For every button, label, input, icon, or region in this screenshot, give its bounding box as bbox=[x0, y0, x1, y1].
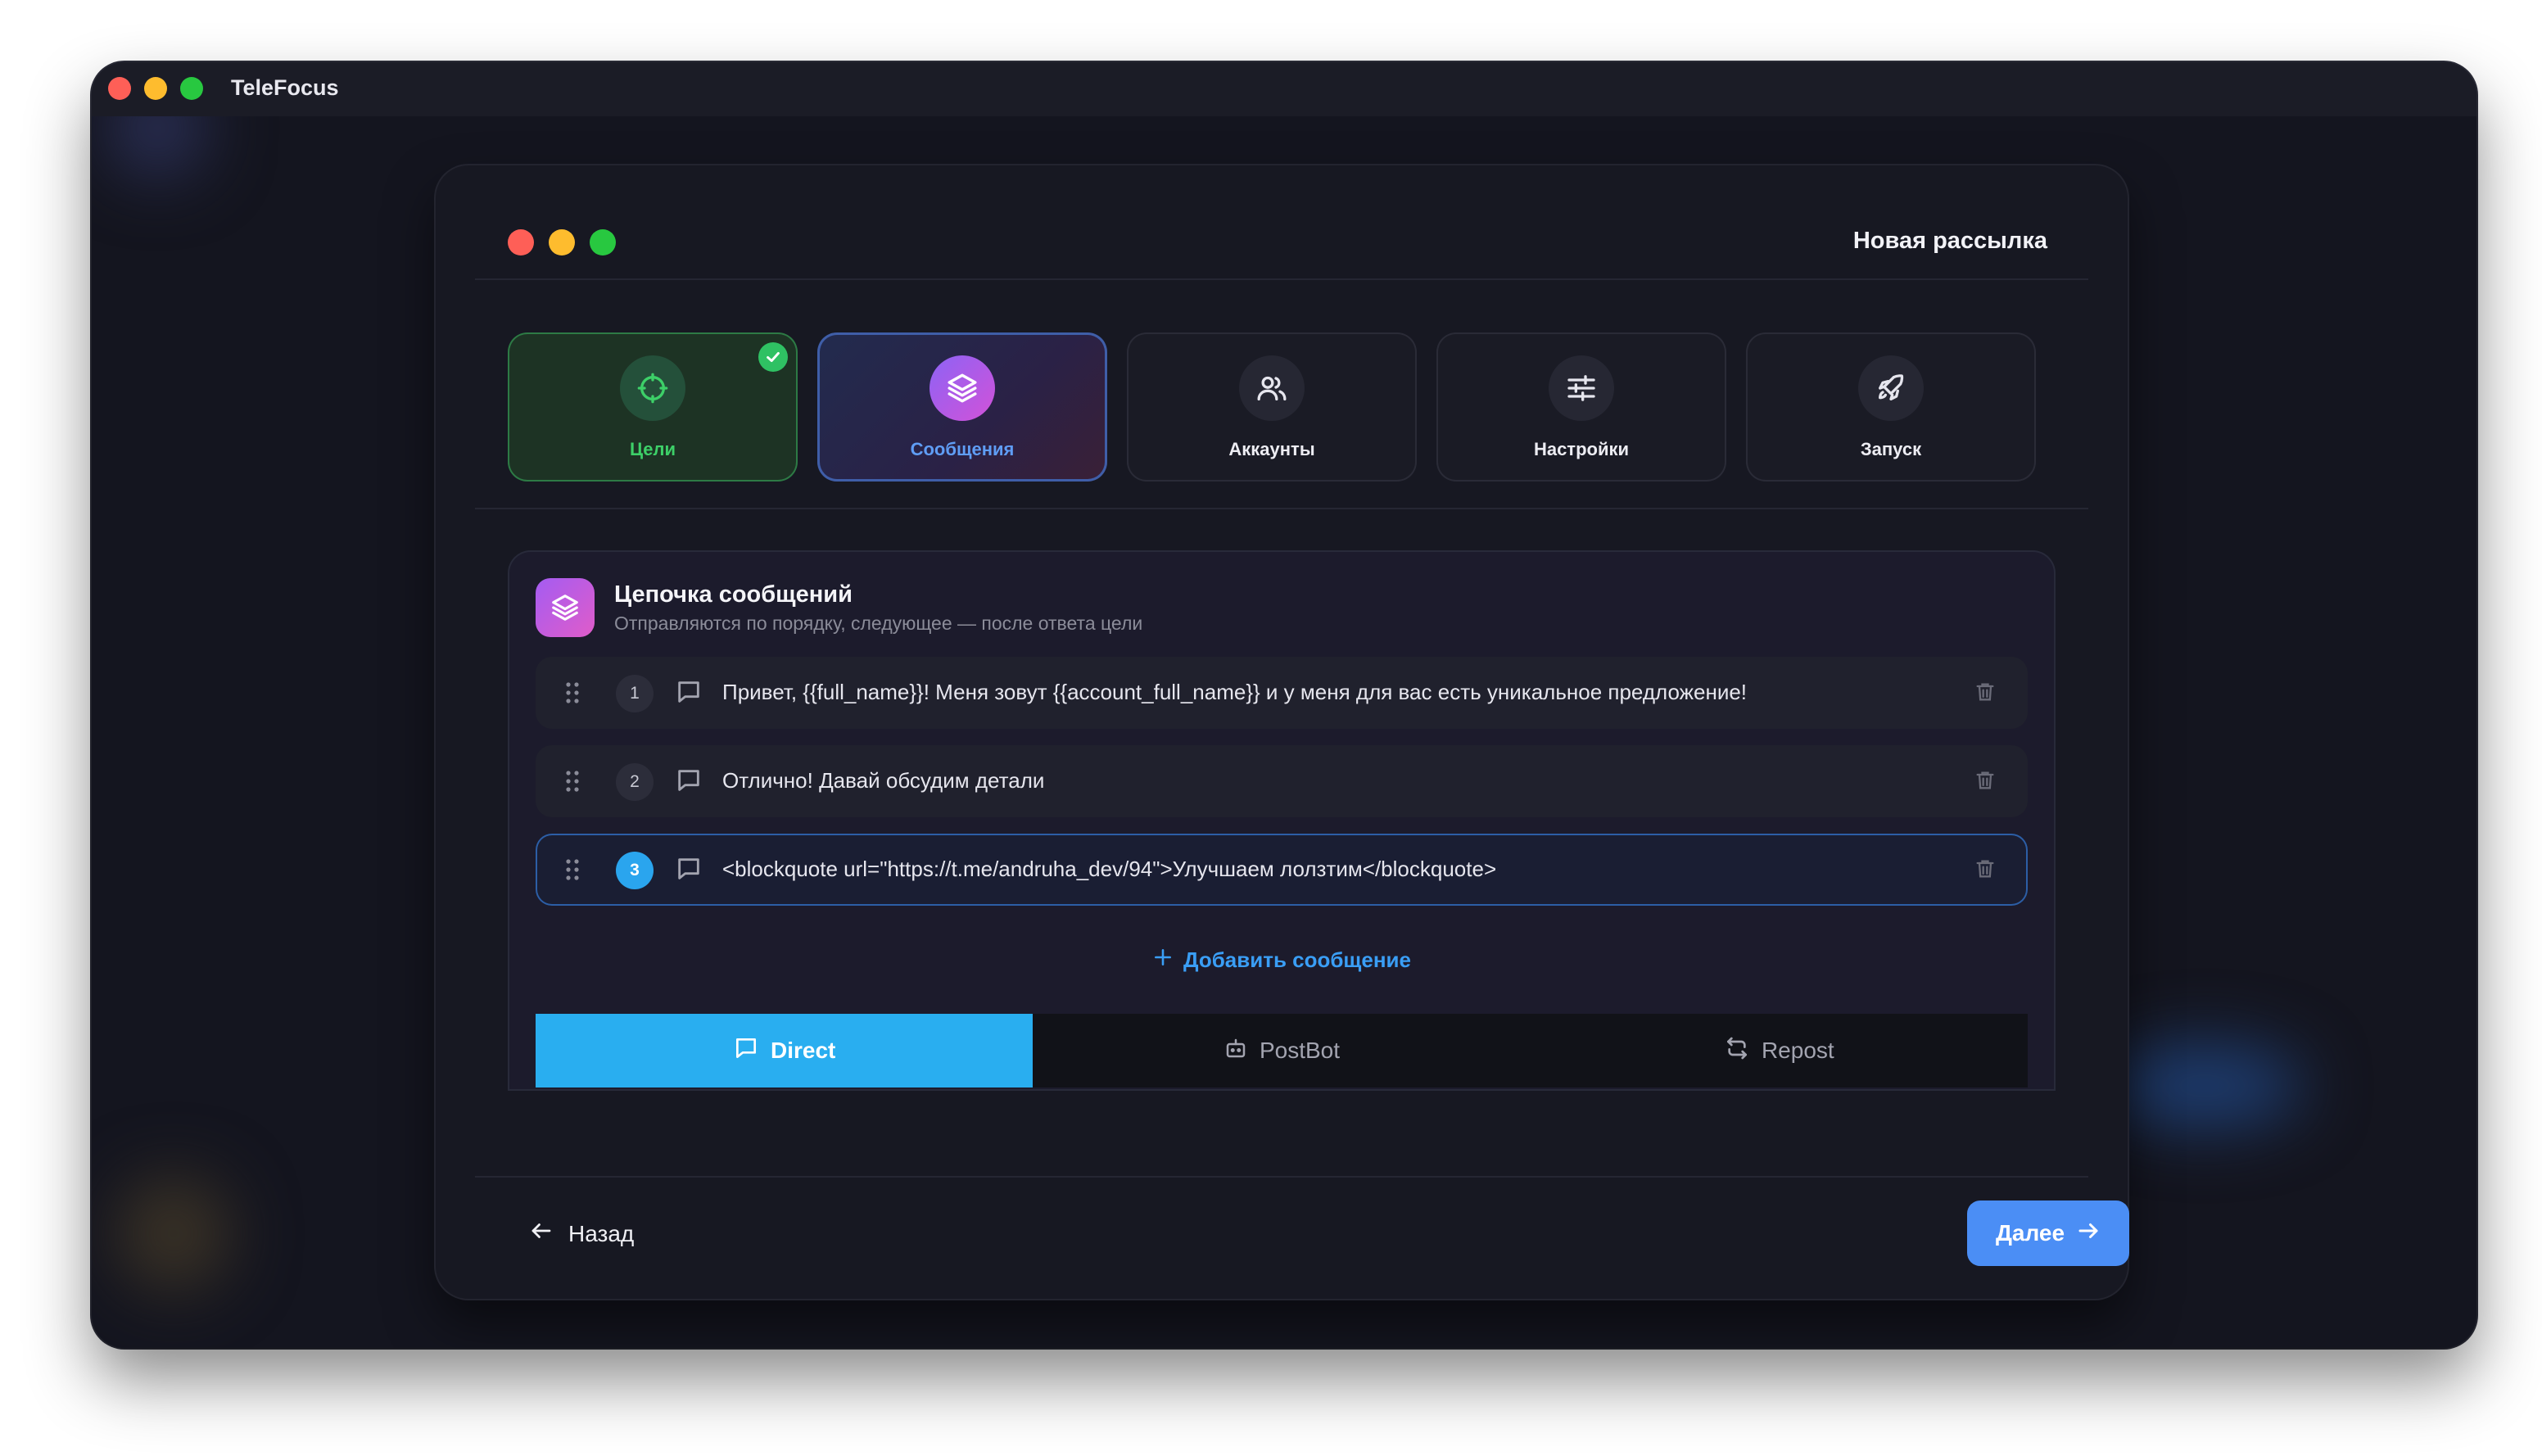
step-label: Цели bbox=[629, 439, 676, 459]
message-bubble-icon bbox=[675, 678, 703, 710]
dialog-close-button[interactable] bbox=[508, 229, 534, 255]
drag-handle-icon[interactable] bbox=[563, 681, 581, 708]
dialog-title: Новая рассылка bbox=[1852, 228, 2047, 254]
maximize-window-button[interactable] bbox=[180, 77, 203, 100]
sliders-icon bbox=[1549, 355, 1614, 421]
message-text[interactable]: Привет, {{full_name}}! Меня зовут {{acco… bbox=[722, 680, 1929, 705]
new-mailing-dialog: Новая рассылка Цели Сообщения Аккаунты Н… bbox=[436, 165, 2129, 1299]
send-mode-tabs: Direct PostBot Repost bbox=[536, 1014, 2028, 1087]
dialog-window-controls bbox=[508, 229, 616, 255]
trash-icon[interactable] bbox=[1974, 857, 1997, 885]
rocket-icon bbox=[1858, 355, 1924, 421]
back-button[interactable]: Назад bbox=[529, 1219, 634, 1249]
background-blur bbox=[116, 1176, 231, 1291]
message-bubble-icon bbox=[733, 1035, 759, 1067]
mode-postbot-tab[interactable]: PostBot bbox=[1033, 1014, 1530, 1087]
mode-direct-tab[interactable]: Direct bbox=[536, 1014, 1034, 1087]
step-accounts[interactable]: Аккаунты bbox=[1127, 332, 1417, 482]
step-label: Сообщения bbox=[910, 439, 1015, 459]
arrow-left-icon bbox=[529, 1219, 554, 1249]
minimize-window-button[interactable] bbox=[144, 77, 167, 100]
app-window: TeleFocus Новая рассылка Цели Сообщения … bbox=[92, 62, 2476, 1348]
trash-icon[interactable] bbox=[1974, 768, 1997, 797]
add-message-label: Добавить сообщение bbox=[1183, 947, 1411, 972]
message-number: 1 bbox=[616, 675, 654, 712]
dialog-minimize-button[interactable] bbox=[549, 229, 575, 255]
divider bbox=[475, 508, 2088, 509]
bot-icon bbox=[1224, 1036, 1248, 1066]
plus-icon bbox=[1152, 947, 1174, 974]
step-label: Аккаунты bbox=[1228, 439, 1315, 459]
chain-subtitle: Отправляются по порядку, следующее — пос… bbox=[614, 613, 1143, 634]
message-number: 2 bbox=[616, 763, 654, 801]
divider bbox=[475, 1176, 2088, 1178]
target-icon bbox=[620, 355, 685, 421]
message-bubble-icon bbox=[675, 855, 703, 887]
message-text[interactable]: Отлично! Давай обсудим детали bbox=[722, 768, 1929, 794]
mode-label: Repost bbox=[1761, 1038, 1834, 1063]
layers-icon bbox=[536, 578, 595, 637]
repost-icon bbox=[1724, 1035, 1750, 1067]
message-chain-card: Цепочка сообщений Отправляются по порядк… bbox=[508, 550, 2056, 1091]
message-row[interactable]: 2 Отлично! Давай обсудим детали bbox=[536, 745, 2028, 817]
dialog-maximize-button[interactable] bbox=[590, 229, 616, 255]
message-row[interactable]: 1 Привет, {{full_name}}! Меня зовут {{ac… bbox=[536, 657, 2028, 729]
mode-label: Direct bbox=[770, 1038, 836, 1063]
step-label: Настройки bbox=[1533, 439, 1630, 459]
close-window-button[interactable] bbox=[108, 77, 131, 100]
step-launch[interactable]: Запуск bbox=[1746, 332, 2036, 482]
message-text[interactable]: <blockquote url="https://t.me/andruha_de… bbox=[722, 857, 1929, 882]
step-goals[interactable]: Цели bbox=[508, 332, 798, 482]
app-title: TeleFocus bbox=[231, 75, 339, 100]
chain-title: Цепочка сообщений bbox=[614, 581, 853, 608]
step-messages[interactable]: Сообщения bbox=[817, 332, 1107, 482]
step-settings[interactable]: Настройки bbox=[1436, 332, 1726, 482]
window-controls bbox=[108, 77, 203, 100]
trash-icon[interactable] bbox=[1974, 680, 1997, 708]
mode-repost-tab[interactable]: Repost bbox=[1531, 1014, 2028, 1087]
layers-icon bbox=[930, 355, 995, 421]
stepper: Цели Сообщения Аккаунты Настройки Запуск bbox=[508, 332, 2036, 482]
drag-handle-icon[interactable] bbox=[563, 858, 581, 885]
mode-label: PostBot bbox=[1259, 1038, 1341, 1063]
users-icon bbox=[1239, 355, 1305, 421]
next-button[interactable]: Далее bbox=[1967, 1201, 2129, 1266]
add-message-button[interactable]: Добавить сообщение bbox=[508, 947, 2056, 974]
message-row[interactable]: 3 <blockquote url="https://t.me/andruha_… bbox=[536, 834, 2028, 906]
message-bubble-icon bbox=[675, 766, 703, 798]
background-blur bbox=[2106, 1045, 2303, 1127]
drag-handle-icon[interactable] bbox=[563, 770, 581, 797]
check-icon bbox=[758, 342, 788, 372]
back-label: Назад bbox=[568, 1220, 635, 1246]
next-label: Далее bbox=[1995, 1220, 2065, 1246]
message-number: 3 bbox=[616, 852, 654, 889]
arrow-right-icon bbox=[2076, 1219, 2101, 1249]
divider bbox=[475, 278, 2088, 280]
title-bar: TeleFocus bbox=[92, 62, 2476, 116]
step-label: Запуск bbox=[1860, 439, 1922, 459]
